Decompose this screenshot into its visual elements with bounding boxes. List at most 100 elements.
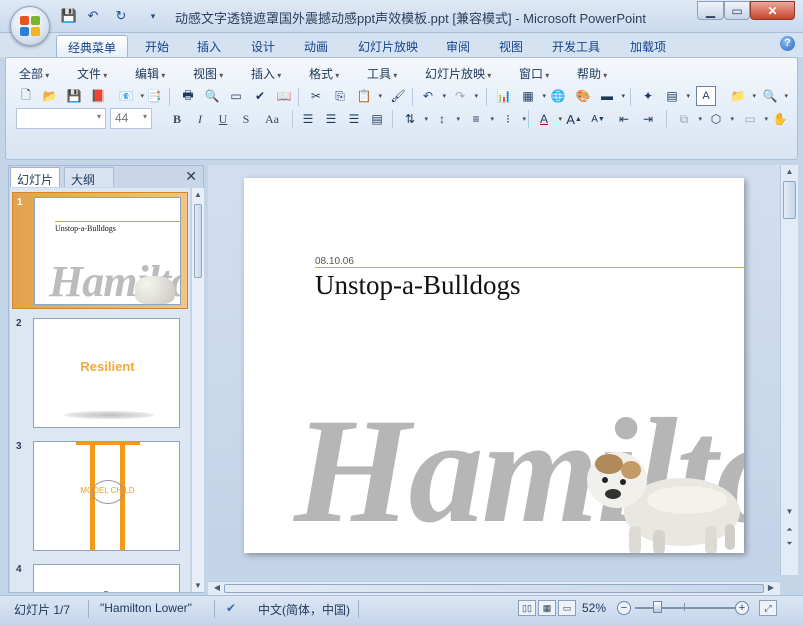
- layout-menu-icon[interactable]: ▤: [662, 86, 690, 106]
- line-spacing-icon[interactable]: ↕: [432, 109, 460, 129]
- scroll-thumb[interactable]: [194, 204, 202, 278]
- slide-scrollbar[interactable]: ▲ ▼ ⏶ ⏷: [780, 165, 798, 575]
- scroll-right-icon[interactable]: ▶: [766, 583, 776, 592]
- slideshow-view-icon[interactable]: ▭: [558, 600, 576, 616]
- zoom-slider-thumb[interactable]: [653, 601, 662, 613]
- scroll-up-icon[interactable]: ▲: [192, 190, 204, 199]
- scroll-left-icon[interactable]: ◀: [212, 583, 222, 592]
- globe-icon[interactable]: 🌐: [548, 86, 568, 106]
- menu-all[interactable]: 全部: [19, 65, 49, 82]
- cut-icon[interactable]: ✂: [306, 86, 326, 106]
- menu-help[interactable]: 帮助: [577, 65, 607, 82]
- close-panel-icon[interactable]: ✕: [185, 168, 197, 185]
- zoom-in-icon[interactable]: +: [735, 601, 749, 615]
- new-slide-icon[interactable]: ✦: [638, 86, 658, 106]
- zoom-level[interactable]: 52%: [582, 601, 606, 615]
- current-slide[interactable]: 08.10.06 Unstop-a-Bulldogs Hamilton: [244, 178, 744, 553]
- slide-sorter-icon[interactable]: ▦: [538, 600, 556, 616]
- menu-tools[interactable]: 工具: [367, 65, 397, 82]
- textbox-icon[interactable]: A: [696, 86, 716, 106]
- scroll-up-icon[interactable]: ▲: [781, 167, 798, 176]
- change-case-button[interactable]: Aa: [260, 110, 284, 128]
- spelling-icon[interactable]: ✔: [250, 86, 270, 106]
- office-button[interactable]: [10, 6, 50, 46]
- justify-icon[interactable]: ▤: [367, 109, 387, 129]
- redo-toolbar-icon[interactable]: ↷: [450, 86, 478, 106]
- menu-edit[interactable]: 编辑: [135, 65, 165, 82]
- menu-format[interactable]: 格式: [309, 65, 339, 82]
- folder-icon[interactable]: 📁: [728, 86, 756, 106]
- align-left-icon[interactable]: ☰: [298, 109, 318, 129]
- undo-toolbar-icon[interactable]: ↶: [418, 86, 446, 106]
- tab-insert[interactable]: 插入: [187, 35, 231, 57]
- tab-animation[interactable]: 动画: [294, 35, 338, 57]
- underline-button[interactable]: U: [214, 110, 232, 128]
- tab-view[interactable]: 视图: [489, 35, 533, 57]
- scroll-thumb[interactable]: [783, 181, 796, 219]
- chart-icon[interactable]: 📊: [494, 86, 514, 106]
- align-right-icon[interactable]: ☰: [344, 109, 364, 129]
- slide-thumbnail-1[interactable]: 1 Unstop-a-Bulldogs Hamilton: [12, 192, 188, 309]
- shape-fill-icon[interactable]: ▭: [740, 109, 768, 129]
- tab-addins[interactable]: 加载项: [620, 35, 676, 57]
- text-direction-icon[interactable]: ⇅: [400, 109, 428, 129]
- italic-button[interactable]: I: [191, 110, 209, 128]
- publish-icon[interactable]: 📑: [144, 86, 164, 106]
- maximize-button[interactable]: ▭: [724, 1, 750, 20]
- tab-slideshow[interactable]: 幻灯片放映: [348, 35, 428, 57]
- thumbnail-scrollbar[interactable]: ▲ ▼: [191, 188, 204, 592]
- scroll-thumb[interactable]: [224, 584, 764, 593]
- table-icon[interactable]: ▦: [518, 86, 546, 106]
- print-preview-icon[interactable]: 🔍: [202, 86, 222, 106]
- slide-thumbnail-2[interactable]: 2 Resilient: [12, 314, 188, 431]
- menu-view[interactable]: 视图: [193, 65, 223, 82]
- decrease-indent-icon[interactable]: ⇤: [614, 109, 634, 129]
- display-icon[interactable]: ▬: [597, 86, 625, 106]
- zoom-slider[interactable]: [635, 607, 735, 609]
- shape-effects-icon[interactable]: ✋: [770, 109, 790, 129]
- previous-slide-icon[interactable]: ⏶: [781, 525, 798, 535]
- tab-developer[interactable]: 开发工具: [542, 35, 610, 57]
- slide-title[interactable]: Unstop-a-Bulldogs: [315, 270, 521, 301]
- increase-indent-icon[interactable]: ⇥: [638, 109, 658, 129]
- find-icon[interactable]: 🔍: [760, 86, 788, 106]
- menu-file[interactable]: 文件: [77, 65, 107, 82]
- help-icon[interactable]: ?: [780, 36, 795, 51]
- research-icon[interactable]: 📖: [274, 86, 294, 106]
- font-size-select[interactable]: 44: [110, 108, 152, 129]
- slide-date[interactable]: 08.10.06: [315, 256, 354, 267]
- minimize-button[interactable]: ▁: [697, 1, 724, 20]
- redo-icon[interactable]: ↻: [112, 8, 130, 24]
- slide-thumbnail-4[interactable]: 4: [12, 560, 188, 592]
- layout-icon[interactable]: ▭: [226, 86, 246, 106]
- new-icon[interactable]: 🗋: [16, 86, 36, 106]
- print-icon[interactable]: 🖶: [178, 86, 198, 106]
- font-color-icon[interactable]: A: [534, 109, 562, 129]
- align-center-icon[interactable]: ☰: [321, 109, 341, 129]
- permission-icon[interactable]: 📕: [88, 86, 108, 106]
- tab-home[interactable]: 开始: [135, 35, 179, 57]
- grow-font-icon[interactable]: A ▲: [564, 109, 584, 129]
- font-name-select[interactable]: [16, 108, 106, 129]
- tab-slides[interactable]: 幻灯片: [10, 167, 61, 187]
- next-slide-icon[interactable]: ⏷: [781, 539, 798, 549]
- scroll-down-icon[interactable]: ▼: [781, 507, 798, 516]
- save-icon[interactable]: 💾: [60, 8, 78, 24]
- shadow-button[interactable]: S: [237, 110, 255, 128]
- shapes-icon[interactable]: ⬡: [706, 109, 734, 129]
- menu-window[interactable]: 窗口: [519, 65, 549, 82]
- close-button[interactable]: ✕: [750, 1, 795, 20]
- arrange-icon[interactable]: ⧉: [674, 109, 702, 129]
- save-file-icon[interactable]: 💾: [64, 86, 84, 106]
- copy-icon[interactable]: ⎘: [330, 86, 350, 106]
- menu-slideshow[interactable]: 幻灯片放映: [425, 65, 491, 82]
- menu-insert[interactable]: 插入: [251, 65, 281, 82]
- open-icon[interactable]: 📂: [40, 86, 60, 106]
- bullets-icon[interactable]: ⁝: [498, 109, 526, 129]
- normal-view-icon[interactable]: ▯▯: [518, 600, 536, 616]
- tab-design[interactable]: 设计: [241, 35, 285, 57]
- language-indicator[interactable]: 中文(简体，中国): [258, 601, 350, 618]
- paste-icon[interactable]: 📋: [354, 86, 382, 106]
- spell-check-icon[interactable]: ✔: [226, 601, 236, 615]
- format-painter-icon[interactable]: 🖌: [388, 86, 408, 106]
